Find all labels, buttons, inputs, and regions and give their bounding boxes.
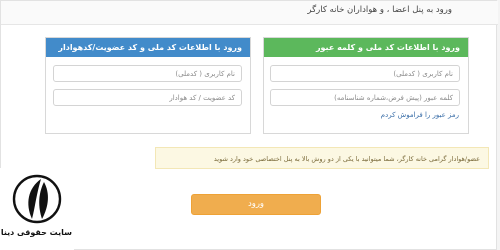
username-input[interactable]: نام کاربری ( کدملی)	[53, 65, 242, 82]
watermark-logo: سایت حقوقی دینا	[0, 168, 74, 250]
watermark-text: سایت حقوقی دینا	[0, 228, 72, 237]
info-notice: عضو/هوادار گرامی خانه کارگر، شما میتوانی…	[155, 147, 489, 169]
page-header: ورود به پنل اعضا ، و هواداران خانه کارگر	[1, 1, 498, 25]
login-page: ورود به پنل اعضا ، و هواداران خانه کارگر…	[0, 0, 498, 250]
feather-quill-icon	[12, 174, 62, 224]
login-button[interactable]: ورود	[191, 194, 321, 215]
membership-code-input[interactable]: کد عضویت / کد هوادار	[53, 89, 242, 106]
username-input[interactable]: نام کاربری ( کدملی)	[270, 65, 460, 82]
forgot-password-link[interactable]: رمز عبور را فراموش کردم	[381, 111, 459, 119]
page-title: ورود به پنل اعضا ، و هواداران خانه کارگر	[307, 5, 452, 15]
password-input[interactable]: کلمه عبور (پیش فرض،شماره شناسنامه)	[270, 89, 460, 106]
panel-title: ورود با اطلاعات کد ملی و کد عضویت/کدهواد…	[46, 38, 250, 57]
national-code-login-panel: ورود با اطلاعات کد ملی و کلمه عبور نام ک…	[263, 37, 469, 134]
member-code-login-panel: ورود با اطلاعات کد ملی و کد عضویت/کدهواد…	[45, 37, 251, 134]
panel-title: ورود با اطلاعات کد ملی و کلمه عبور	[264, 38, 468, 57]
